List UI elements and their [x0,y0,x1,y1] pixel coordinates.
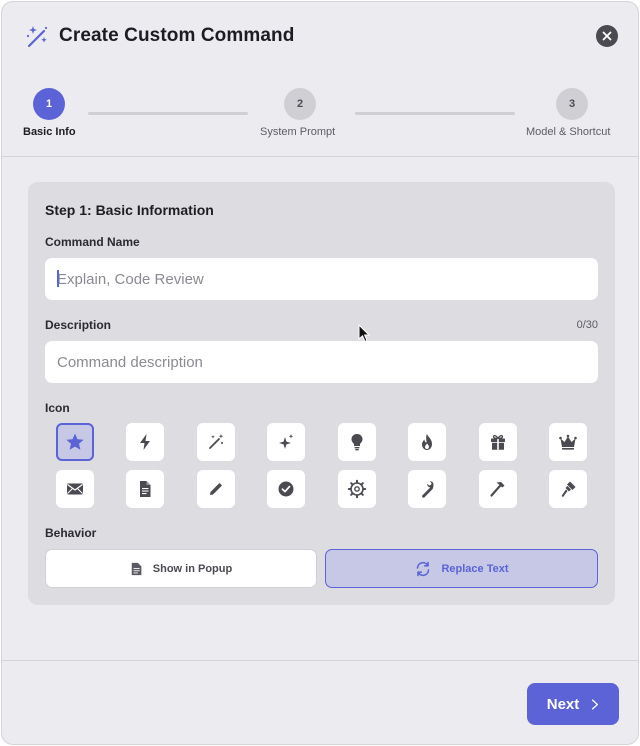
magic-wand-icon [209,434,224,449]
step-connector [355,112,515,115]
step-connector [88,112,248,115]
magic-wand-icon [24,24,50,50]
gear-icon [347,479,367,499]
step-1-label: Basic Info [23,126,76,138]
stepper: 1 Basic Info 2 System Prompt 3 Model & S… [2,86,638,146]
document-icon [131,562,142,575]
icon-option-document[interactable] [126,470,164,508]
command-name-label: Command Name [45,235,140,249]
description-input[interactable] [45,341,598,383]
icon-option-sparkles[interactable] [267,423,305,461]
create-command-dialog: Create Custom Command 1 Basic Info 2 Sys… [1,1,639,745]
show-in-popup-label: Show in Popup [152,562,233,575]
icon-option-paintbrush[interactable] [549,470,587,508]
flame-icon [422,434,432,450]
crown-icon [559,434,577,450]
step-2-label: System Prompt [260,126,336,138]
show-in-popup-button[interactable]: Show in Popup [45,549,317,588]
pencil-icon [210,483,222,495]
description-label: Description [45,318,112,332]
icon-option-pencil[interactable] [197,470,235,508]
description-char-counter: 0/30 [576,319,598,331]
icon-option-gift[interactable] [479,423,517,461]
chevron-right-icon [592,698,599,710]
wrench-icon [422,481,434,498]
step-3-label: Model & Shortcut [526,126,611,138]
gift-icon [491,434,505,450]
icon-option-crown[interactable] [549,423,587,461]
icon-option-wrench[interactable] [408,470,446,508]
paintbrush-icon [561,481,576,497]
icon-option-flame[interactable] [408,423,446,461]
behavior-label: Behavior [45,526,97,540]
footer-divider [2,660,638,661]
icon-option-hammer[interactable] [479,470,517,508]
bolt-icon [140,434,150,450]
text-caret [57,270,59,287]
checkmark-circle-icon [278,481,294,497]
icon-option-star[interactable] [56,423,94,461]
document-icon [140,481,151,497]
next-button-label: Next [546,695,580,713]
step-1-indicator[interactable]: 1 [33,88,65,120]
header-divider [2,156,638,157]
icon-label: Icon [45,401,70,415]
replace-text-label: Replace Text [441,562,509,575]
section-title: Step 1: Basic Information [45,202,214,218]
lightbulb-icon [351,434,363,451]
hammer-icon [490,482,505,497]
basic-info-card: Step 1: Basic Information Command Name D… [28,182,615,605]
step-3-indicator[interactable]: 3 [556,88,588,120]
icon-option-checkmark-circle[interactable] [267,470,305,508]
icon-option-bolt[interactable] [126,423,164,461]
mouse-pointer-icon [358,324,370,343]
sparkles-icon [279,434,294,449]
close-icon [602,31,612,41]
icon-option-envelope[interactable] [56,470,94,508]
dialog-header: Create Custom Command [2,2,638,72]
icon-option-lightbulb[interactable] [338,423,376,461]
envelope-icon [67,483,83,495]
star-icon [66,433,84,450]
icon-option-magic-wand[interactable] [197,423,235,461]
icon-option-gear[interactable] [338,470,376,508]
next-button[interactable]: Next [527,683,619,725]
command-name-input[interactable] [45,258,598,300]
arrows-cycle-icon [417,561,430,576]
step-2-indicator[interactable]: 2 [284,88,316,120]
replace-text-button[interactable]: Replace Text [325,549,598,588]
close-button[interactable] [596,25,618,47]
dialog-title: Create Custom Command [59,25,295,46]
